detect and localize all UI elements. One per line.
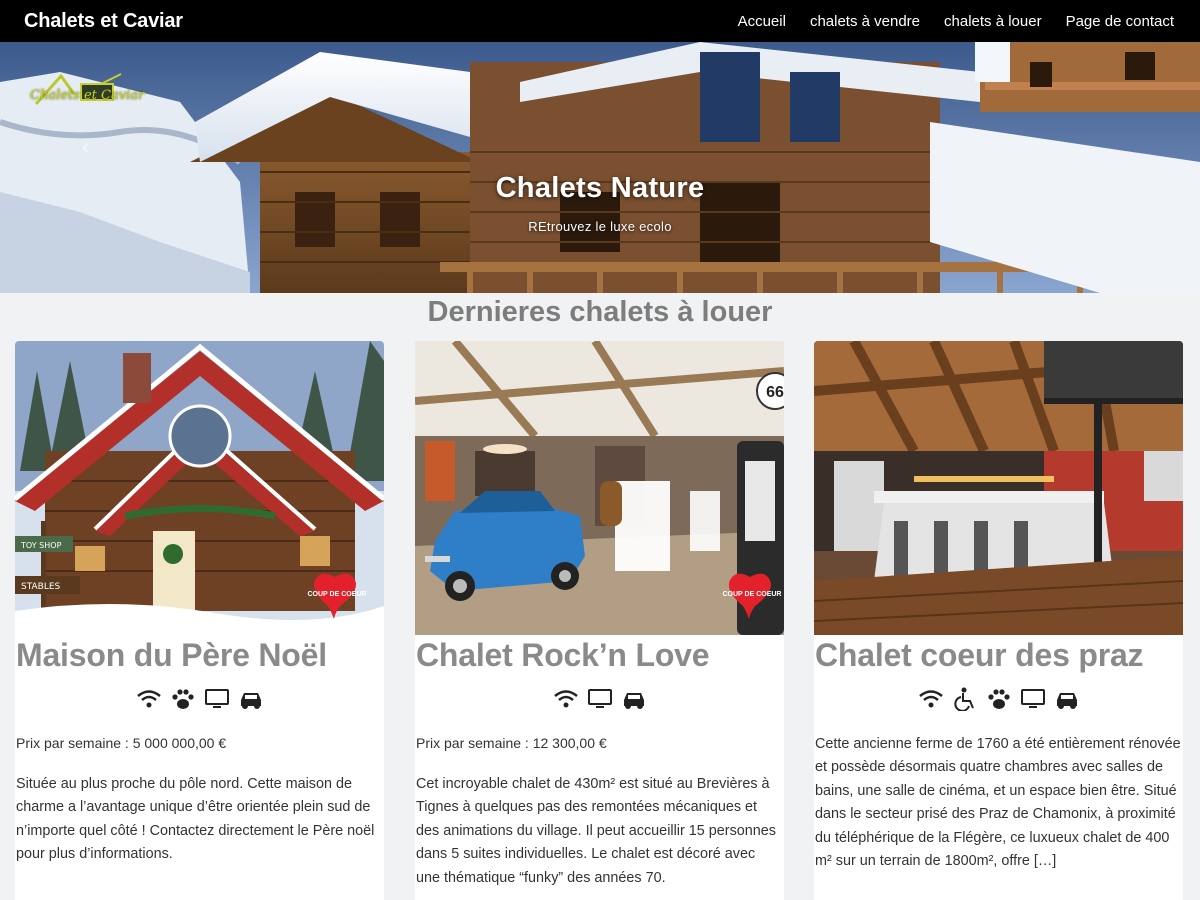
card-image[interactable]: TOY SHOP STABLES COUP DE COEUR bbox=[15, 341, 384, 635]
logo-text: Chalets et Caviar bbox=[30, 88, 145, 103]
hero-image bbox=[0, 42, 1200, 293]
card-price: Prix par semaine : 5 000 000,00 € bbox=[16, 735, 227, 751]
wifi-icon bbox=[136, 690, 161, 708]
car-icon bbox=[623, 693, 644, 709]
card-image[interactable] bbox=[814, 341, 1183, 635]
svg-text:COUP DE COEUR: COUP DE COEUR bbox=[723, 591, 782, 598]
chalet-card-2[interactable]: 66 COUP DE COEUR Chalet Rock’n Love Prix… bbox=[415, 341, 784, 900]
card-price: Prix par semaine : 12 300,00 € bbox=[416, 735, 607, 751]
car-icon bbox=[240, 693, 261, 709]
nav-link-chalets-a-louer[interactable]: chalets à louer bbox=[944, 13, 1042, 30]
stables-sign: STABLES bbox=[21, 582, 61, 592]
paw-icon bbox=[987, 689, 1010, 709]
section-title: Dernieres chalets à louer bbox=[427, 296, 773, 328]
route-66-sign: 66 bbox=[766, 384, 784, 401]
card-image[interactable]: 66 COUP DE COEUR bbox=[415, 341, 784, 635]
brand-link[interactable]: Chalets et Caviar bbox=[24, 10, 183, 33]
hero-title: Chalets Nature bbox=[495, 172, 705, 204]
tv-icon bbox=[587, 689, 612, 708]
svg-text:COUP DE COEUR: COUP DE COEUR bbox=[308, 591, 367, 598]
nav-menu: Accueil chalets à vendre chalets à louer… bbox=[738, 13, 1174, 30]
amenities-icons bbox=[415, 687, 784, 711]
card-description: Cet incroyable chalet de 430m² est situé… bbox=[416, 776, 776, 886]
amenities-icons bbox=[15, 687, 384, 711]
card-title[interactable]: Chalet coeur des praz bbox=[815, 637, 1183, 674]
nav-link-accueil[interactable]: Accueil bbox=[738, 13, 786, 30]
navbar: Chalets et Caviar Accueil chalets à vend… bbox=[0, 0, 1200, 42]
card-description: Cette ancienne ferme de 1760 a été entiè… bbox=[815, 736, 1181, 870]
wifi-icon bbox=[553, 690, 578, 708]
chalet-card-1[interactable]: TOY SHOP STABLES COUP DE COEUR Maison du… bbox=[15, 341, 384, 900]
wifi-icon bbox=[918, 690, 943, 708]
card-title[interactable]: Chalet Rock’n Love bbox=[416, 637, 784, 674]
wheelchair-icon bbox=[953, 687, 974, 711]
car-icon bbox=[1056, 693, 1077, 709]
nav-link-contact[interactable]: Page de contact bbox=[1066, 13, 1174, 30]
toy-shop-sign: TOY SHOP bbox=[20, 541, 62, 550]
amenities-icons bbox=[814, 687, 1183, 711]
nav-link-chalets-a-vendre[interactable]: chalets à vendre bbox=[810, 13, 920, 30]
paw-icon bbox=[171, 689, 194, 709]
chalet-card-3[interactable]: Chalet coeur des praz Cette ancienne fer… bbox=[814, 341, 1183, 900]
tv-icon bbox=[204, 689, 229, 708]
card-description: Située au plus proche du pôle nord. Cett… bbox=[16, 776, 375, 863]
carousel-prev-icon[interactable]: ‹ bbox=[82, 134, 89, 160]
tv-icon bbox=[1020, 689, 1045, 708]
hero-carousel[interactable]: Chalets et Caviar ‹ Chalets Nature REtro… bbox=[0, 42, 1200, 293]
hero-subtitle: REtrouvez le luxe ecolo bbox=[528, 219, 672, 234]
card-title[interactable]: Maison du Père Noël bbox=[16, 637, 384, 674]
